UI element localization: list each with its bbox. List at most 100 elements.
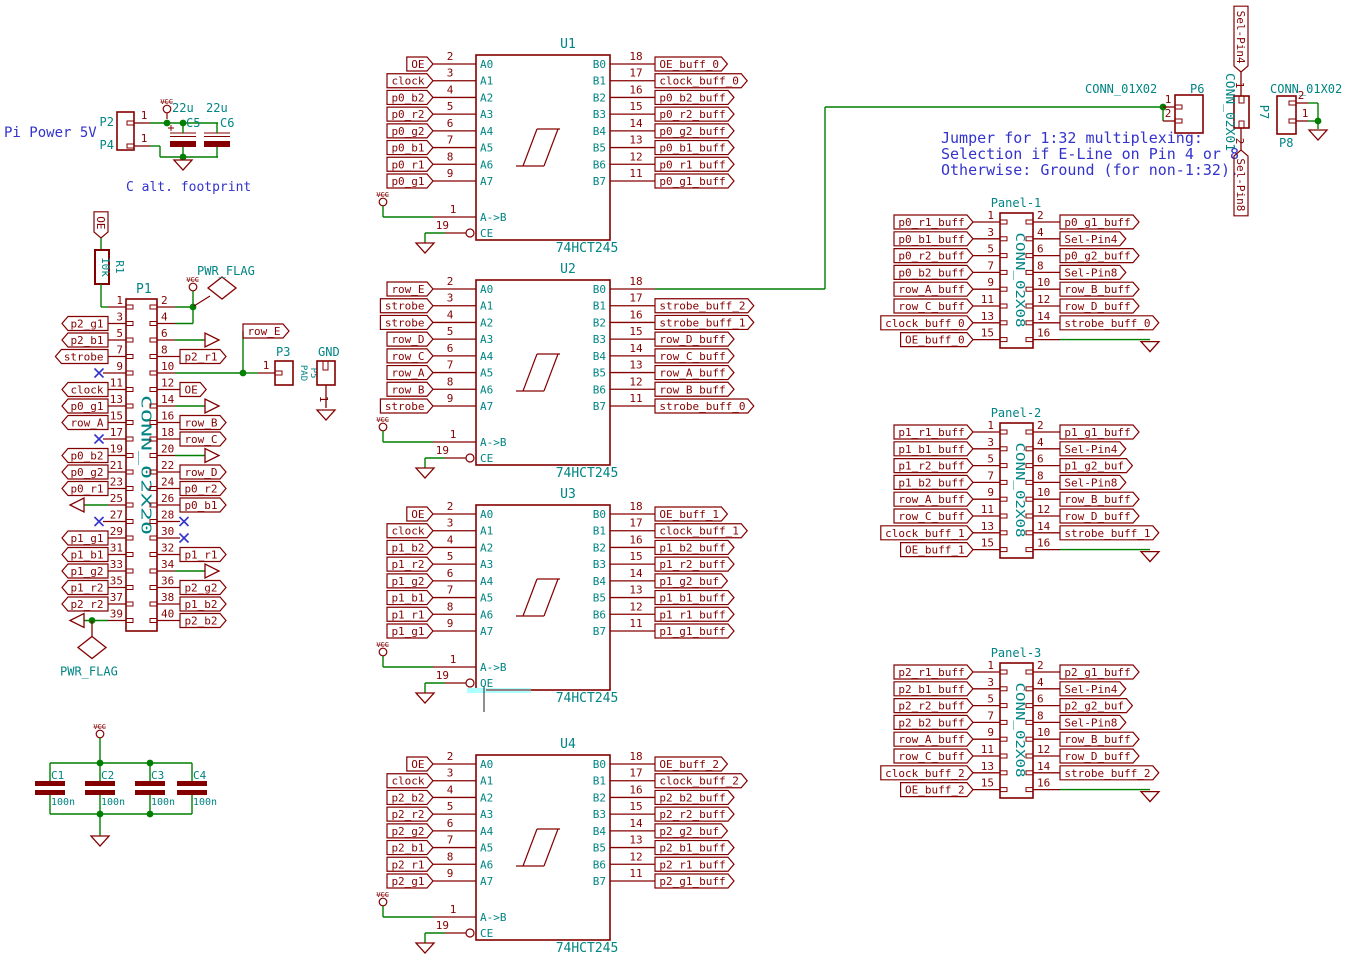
net-label[interactable]: clock_buff_1 [655,524,747,538]
net-label[interactable]: row_A_buff [655,366,734,380]
net-label[interactable]: p0_g1 [62,399,108,413]
net-label[interactable]: Sel-Pin8 [1060,715,1126,729]
net-label[interactable]: strobe_buff_0 [1060,316,1159,330]
net-label[interactable]: row_D [180,465,226,479]
net-label[interactable]: row_D_buff [655,332,734,346]
net-label[interactable]: p2_r2_buff [655,807,734,821]
net-label[interactable]: p1_r1 [387,607,433,621]
net-label[interactable]: strobe [55,350,108,364]
net-label[interactable]: OE_buff_1 [901,543,973,557]
net-label[interactable]: OE [407,507,433,521]
net-label[interactable]: strobe_buff_2 [1060,766,1159,780]
net-label[interactable]: p1_g1_buff [655,624,734,638]
net-label[interactable]: p0_b1 [180,498,226,512]
ic-reference[interactable]: U4 [560,737,576,752]
net-label[interactable]: p0_r1_buff [894,215,973,229]
net-label[interactable]: clock_buff_2 [881,766,973,780]
net-label[interactable]: p2_b2_buff [894,715,973,729]
net-label[interactable]: p0_r1_buff [655,157,734,171]
net-label[interactable]: row_C [180,432,226,446]
net-label[interactable]: p0_r2_buff [655,107,734,121]
net-label[interactable]: p0_b2 [387,90,433,104]
net-label[interactable]: strobe_buff_1 [1060,526,1159,540]
net-label[interactable]: clock [387,524,433,538]
net-label[interactable]: p1_g1 [62,531,108,545]
net-label[interactable]: p1_b2 [180,597,226,611]
net-label[interactable]: p2_r2_buff [894,699,973,713]
net-label[interactable]: p1_b1 [62,548,108,562]
net-label[interactable]: p2_r1_buff [894,665,973,679]
net-label[interactable]: p1_r2 [62,581,108,595]
p8-reference[interactable]: P8 [1279,136,1293,150]
net-label[interactable]: p1_b2 [387,540,433,554]
net-label[interactable]: row_C_buff [894,509,973,523]
net-label[interactable]: p0_b2_buff [655,90,734,104]
net-label[interactable]: clock [62,383,108,397]
net-label[interactable]: p0_g2_buff [1060,249,1139,263]
p3-body[interactable] [275,361,293,385]
net-label[interactable]: Sel-Pin8 [1234,150,1248,216]
net-label[interactable]: p2_r2 [387,807,433,821]
net-label[interactable]: Sel-Pin4 [1234,6,1248,72]
net-label[interactable]: p2_b1_buff [894,682,973,696]
net-label[interactable]: OE_buff_0 [901,333,973,347]
net-label[interactable]: Sel-Pin8 [1060,475,1126,489]
p8-body[interactable] [1277,96,1296,134]
net-label[interactable]: Sel-Pin4 [1060,232,1126,246]
net-label[interactable]: p0_g2 [387,124,433,138]
net-label[interactable]: p1_g2 [387,574,433,588]
net-label[interactable]: Sel-Pin8 [1060,265,1126,279]
net-label[interactable]: row_B_buff [655,382,734,396]
net-label[interactable]: p0_g1_buff [1060,215,1139,229]
net-label[interactable]: p2_g2_buf [1060,699,1132,713]
net-label[interactable]: p0_b1_buff [655,141,734,155]
net-label[interactable]: row_B_buff [1060,492,1139,506]
net-label[interactable]: row_D_buff [1060,749,1139,763]
net-label[interactable]: p2_g1_buff [1060,665,1139,679]
net-label[interactable]: row_C_buff [894,749,973,763]
net-label[interactable]: p0_b1 [387,141,433,155]
net-label[interactable]: p1_r2 [387,557,433,571]
p7-reference[interactable]: P7 [1257,105,1271,119]
net-label[interactable]: OE [180,383,206,397]
net-label[interactable]: strobe [380,399,433,413]
net-label[interactable]: p2_b1 [387,841,433,855]
net-label[interactable]: p1_r2_buff [894,459,973,473]
net-label[interactable]: p2_b2 [180,614,226,628]
net-label[interactable]: p1_b1 [387,591,433,605]
net-label[interactable]: Sel-Pin4 [1060,442,1126,456]
net-label[interactable]: p2_g2 [180,581,226,595]
net-label[interactable]: p1_g1 [387,624,433,638]
net-label[interactable]: p1_g2 [62,564,108,578]
schematic-canvas[interactable]: Pi Power 5V C alt. footprint Jumper for … [0,0,1354,969]
net-label[interactable]: p2_g2_buf [655,824,727,838]
panel-reference[interactable]: Panel-2 [991,406,1042,420]
net-label[interactable]: clock_buff_2 [655,774,747,788]
net-label[interactable]: OE [94,212,108,238]
net-label[interactable]: p1_r2_buff [655,557,734,571]
net-label[interactable]: row_A_buff [894,282,973,296]
net-label[interactable]: strobe_buff_1 [655,315,754,329]
net-label[interactable]: clock_buff_0 [881,316,973,330]
net-label[interactable]: row_C_buff [894,299,973,313]
p5-body[interactable] [317,361,335,385]
net-label[interactable]: p0_r2_buff [894,249,973,263]
net-label[interactable]: strobe [380,299,433,313]
net-label[interactable]: clock [387,774,433,788]
net-label[interactable]: strobe [380,315,433,329]
net-label[interactable]: clock_buff_0 [655,74,747,88]
net-label[interactable]: p0_r1 [387,157,433,171]
net-label[interactable]: p0_b1_buff [894,232,973,246]
net-label[interactable]: clock [387,74,433,88]
net-label[interactable]: p2_g1 [62,317,108,331]
net-label[interactable]: p2_b2_buff [655,790,734,804]
net-label[interactable]: clock_buff_1 [881,526,973,540]
net-label[interactable]: OE_buff_0 [655,57,727,71]
p1-reference[interactable]: P1 [136,282,152,297]
p6-reference[interactable]: P6 [1190,82,1204,96]
net-label[interactable]: p2_r1 [180,350,226,364]
ic-reference[interactable]: U3 [560,487,576,502]
p6-body[interactable] [1175,95,1203,133]
net-label[interactable]: p1_g1_buff [1060,425,1139,439]
net-label[interactable]: row_C_buff [655,349,734,363]
